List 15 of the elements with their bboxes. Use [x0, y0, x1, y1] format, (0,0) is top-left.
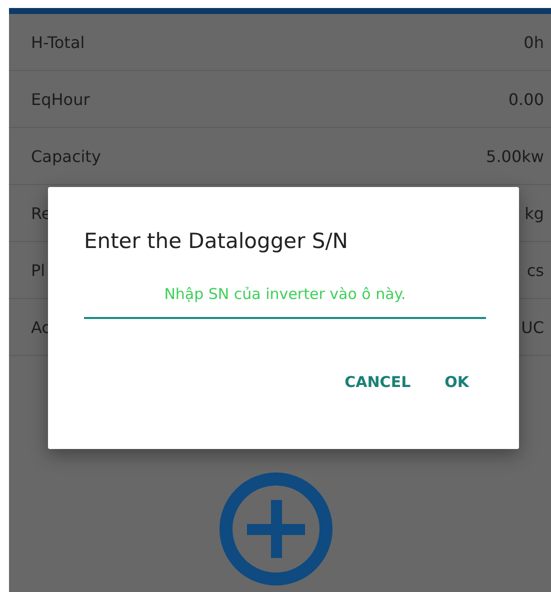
- row-value: kg: [524, 204, 544, 222]
- input-field[interactable]: Nhập SN của inverter vào ô này.: [84, 279, 486, 319]
- row-label: H-Total: [31, 32, 85, 52]
- row-label: Pl: [31, 260, 46, 280]
- row-label: Capacity: [31, 146, 101, 166]
- row-value: 0h: [524, 32, 544, 52]
- dialog-button[interactable]: CANCEL: [340, 367, 415, 397]
- row-label: EqHour: [31, 90, 90, 108]
- dialog-button[interactable]: OK: [440, 367, 473, 397]
- row-value: 0.00: [508, 90, 544, 108]
- row-value: UC: [521, 318, 544, 336]
- row-value: cs: [526, 260, 544, 280]
- add-icon[interactable]: [218, 471, 334, 587]
- row-value: 5.00kw: [486, 146, 544, 166]
- dialog-title: Enter the Datalogger S/N: [84, 229, 350, 253]
